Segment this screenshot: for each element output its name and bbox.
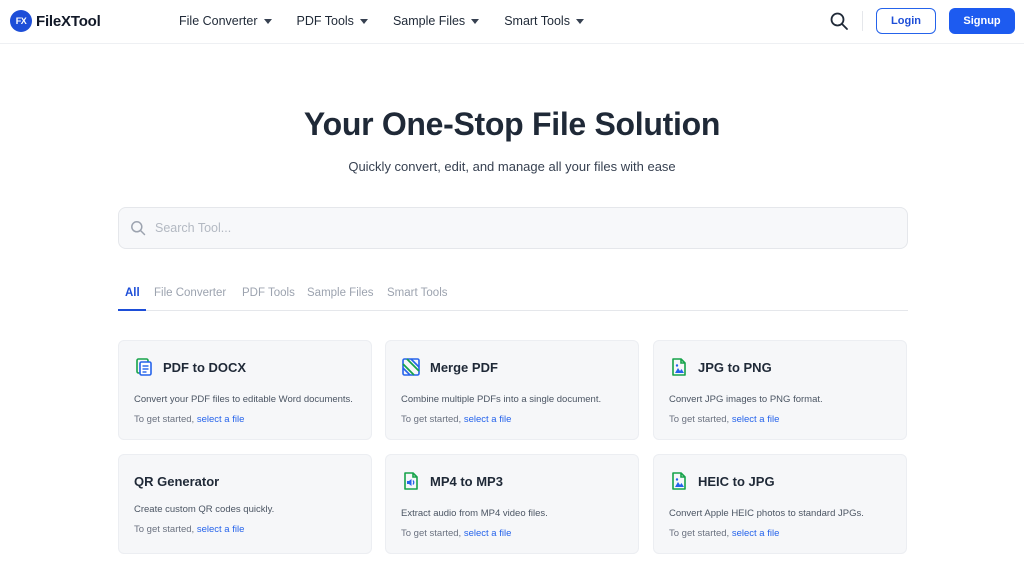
merge-icon — [402, 358, 420, 376]
card-cta-prefix: To get started, — [401, 528, 462, 539]
card-cta: To get started, select a file — [669, 528, 779, 539]
card-title: HEIC to JPG — [698, 473, 775, 489]
main-nav: File Converter PDF Tools Sample Files Sm… — [179, 0, 609, 42]
logo-mark: FX — [10, 10, 32, 32]
header-divider — [862, 11, 863, 31]
image-file-icon — [672, 358, 686, 376]
chevron-down-icon — [575, 18, 584, 24]
tool-card-jpg-to-png[interactable]: JPG to PNG Convert JPG images to PNG for… — [653, 340, 907, 440]
brand-logo[interactable]: FX FileXTool — [10, 9, 101, 33]
card-description: Convert JPG images to PNG format. — [669, 394, 823, 405]
card-cta-prefix: To get started, — [134, 414, 195, 425]
image-file-icon — [672, 472, 686, 490]
login-button[interactable]: Login — [876, 8, 936, 34]
tab-pdf-tools[interactable]: PDF Tools — [242, 287, 295, 299]
card-cta: To get started, select a file — [401, 414, 511, 425]
active-tab-indicator — [118, 309, 146, 311]
tool-card-mp4-to-mp3[interactable]: MP4 to MP3 Extract audio from MP4 video … — [385, 454, 639, 554]
card-cta: To get started, select a file — [669, 414, 779, 425]
doc-icon — [136, 358, 152, 376]
select-file-link[interactable]: select a file — [197, 524, 245, 535]
card-title: MP4 to MP3 — [430, 473, 503, 489]
nav-file-converter[interactable]: File Converter — [179, 14, 272, 28]
select-file-link[interactable]: select a file — [464, 414, 512, 425]
tab-smart-tools[interactable]: Smart Tools — [387, 287, 448, 299]
nav-pdf-tools[interactable]: PDF Tools — [297, 14, 368, 28]
card-cta: To get started, select a file — [134, 414, 244, 425]
card-title: QR Generator — [134, 473, 220, 489]
card-description: Combine multiple PDFs into a single docu… — [401, 394, 602, 405]
page-title: Your One-Stop File Solution — [303, 106, 721, 142]
card-cta: To get started, select a file — [134, 524, 244, 535]
nav-smart-tools[interactable]: Smart Tools — [504, 14, 584, 28]
select-file-link[interactable]: select a file — [732, 528, 780, 539]
chevron-down-icon — [471, 18, 480, 24]
card-title: Merge PDF — [430, 359, 498, 375]
card-cta-prefix: To get started, — [669, 528, 730, 539]
nav-sample-files-label: Sample Files — [392, 14, 466, 28]
card-description: Convert your PDF files to editable Word … — [134, 394, 353, 405]
tool-card-heic-to-jpg[interactable]: HEIC to JPG Convert Apple HEIC photos to… — [653, 454, 907, 554]
tool-search-box — [118, 207, 908, 249]
top-header: FX FileXTool File Converter PDF Tools Sa… — [0, 0, 1024, 44]
header-search-button[interactable] — [829, 11, 849, 31]
nav-sample-files[interactable]: Sample Files — [392, 14, 480, 28]
tool-card-merge-pdf[interactable]: Merge PDF Combine multiple PDFs into a s… — [385, 340, 639, 440]
select-file-link[interactable]: select a file — [464, 528, 512, 539]
select-file-link[interactable]: select a file — [197, 414, 245, 425]
tab-sample-files[interactable]: Sample Files — [307, 287, 373, 299]
tool-search-input[interactable] — [155, 221, 855, 235]
search-icon — [830, 12, 848, 30]
tool-card-qr-generator[interactable]: QR Generator Create custom QR codes quic… — [118, 454, 372, 554]
category-tabs: All File Converter PDF Tools Sample File… — [118, 285, 908, 311]
card-description: Create custom QR codes quickly. — [134, 504, 275, 515]
card-title: PDF to DOCX — [163, 359, 247, 375]
card-cta: To get started, select a file — [401, 528, 511, 539]
search-icon — [131, 221, 146, 236]
tool-card-pdf-to-docx[interactable]: PDF to DOCX Convert your PDF files to ed… — [118, 340, 372, 440]
nav-pdf-tools-label: PDF Tools — [296, 14, 354, 28]
card-cta-prefix: To get started, — [134, 524, 195, 535]
nav-file-converter-label: File Converter — [179, 14, 258, 28]
logo-text: FileXTool — [36, 12, 101, 30]
tab-all[interactable]: All — [125, 287, 140, 299]
card-description: Convert Apple HEIC photos to standard JP… — [669, 508, 864, 519]
card-description: Extract audio from MP4 video files. — [401, 508, 548, 519]
card-cta-prefix: To get started, — [669, 414, 730, 425]
card-cta-prefix: To get started, — [401, 414, 462, 425]
nav-smart-tools-label: Smart Tools — [504, 14, 570, 28]
signup-button[interactable]: Signup — [949, 8, 1015, 34]
card-title: JPG to PNG — [698, 359, 772, 375]
tab-file-converter[interactable]: File Converter — [154, 287, 226, 299]
chevron-down-icon — [263, 18, 272, 24]
chevron-down-icon — [359, 18, 368, 24]
select-file-link[interactable]: select a file — [732, 414, 780, 425]
audio-file-icon — [404, 472, 418, 490]
page-subtitle: Quickly convert, edit, and manage all yo… — [348, 159, 676, 174]
